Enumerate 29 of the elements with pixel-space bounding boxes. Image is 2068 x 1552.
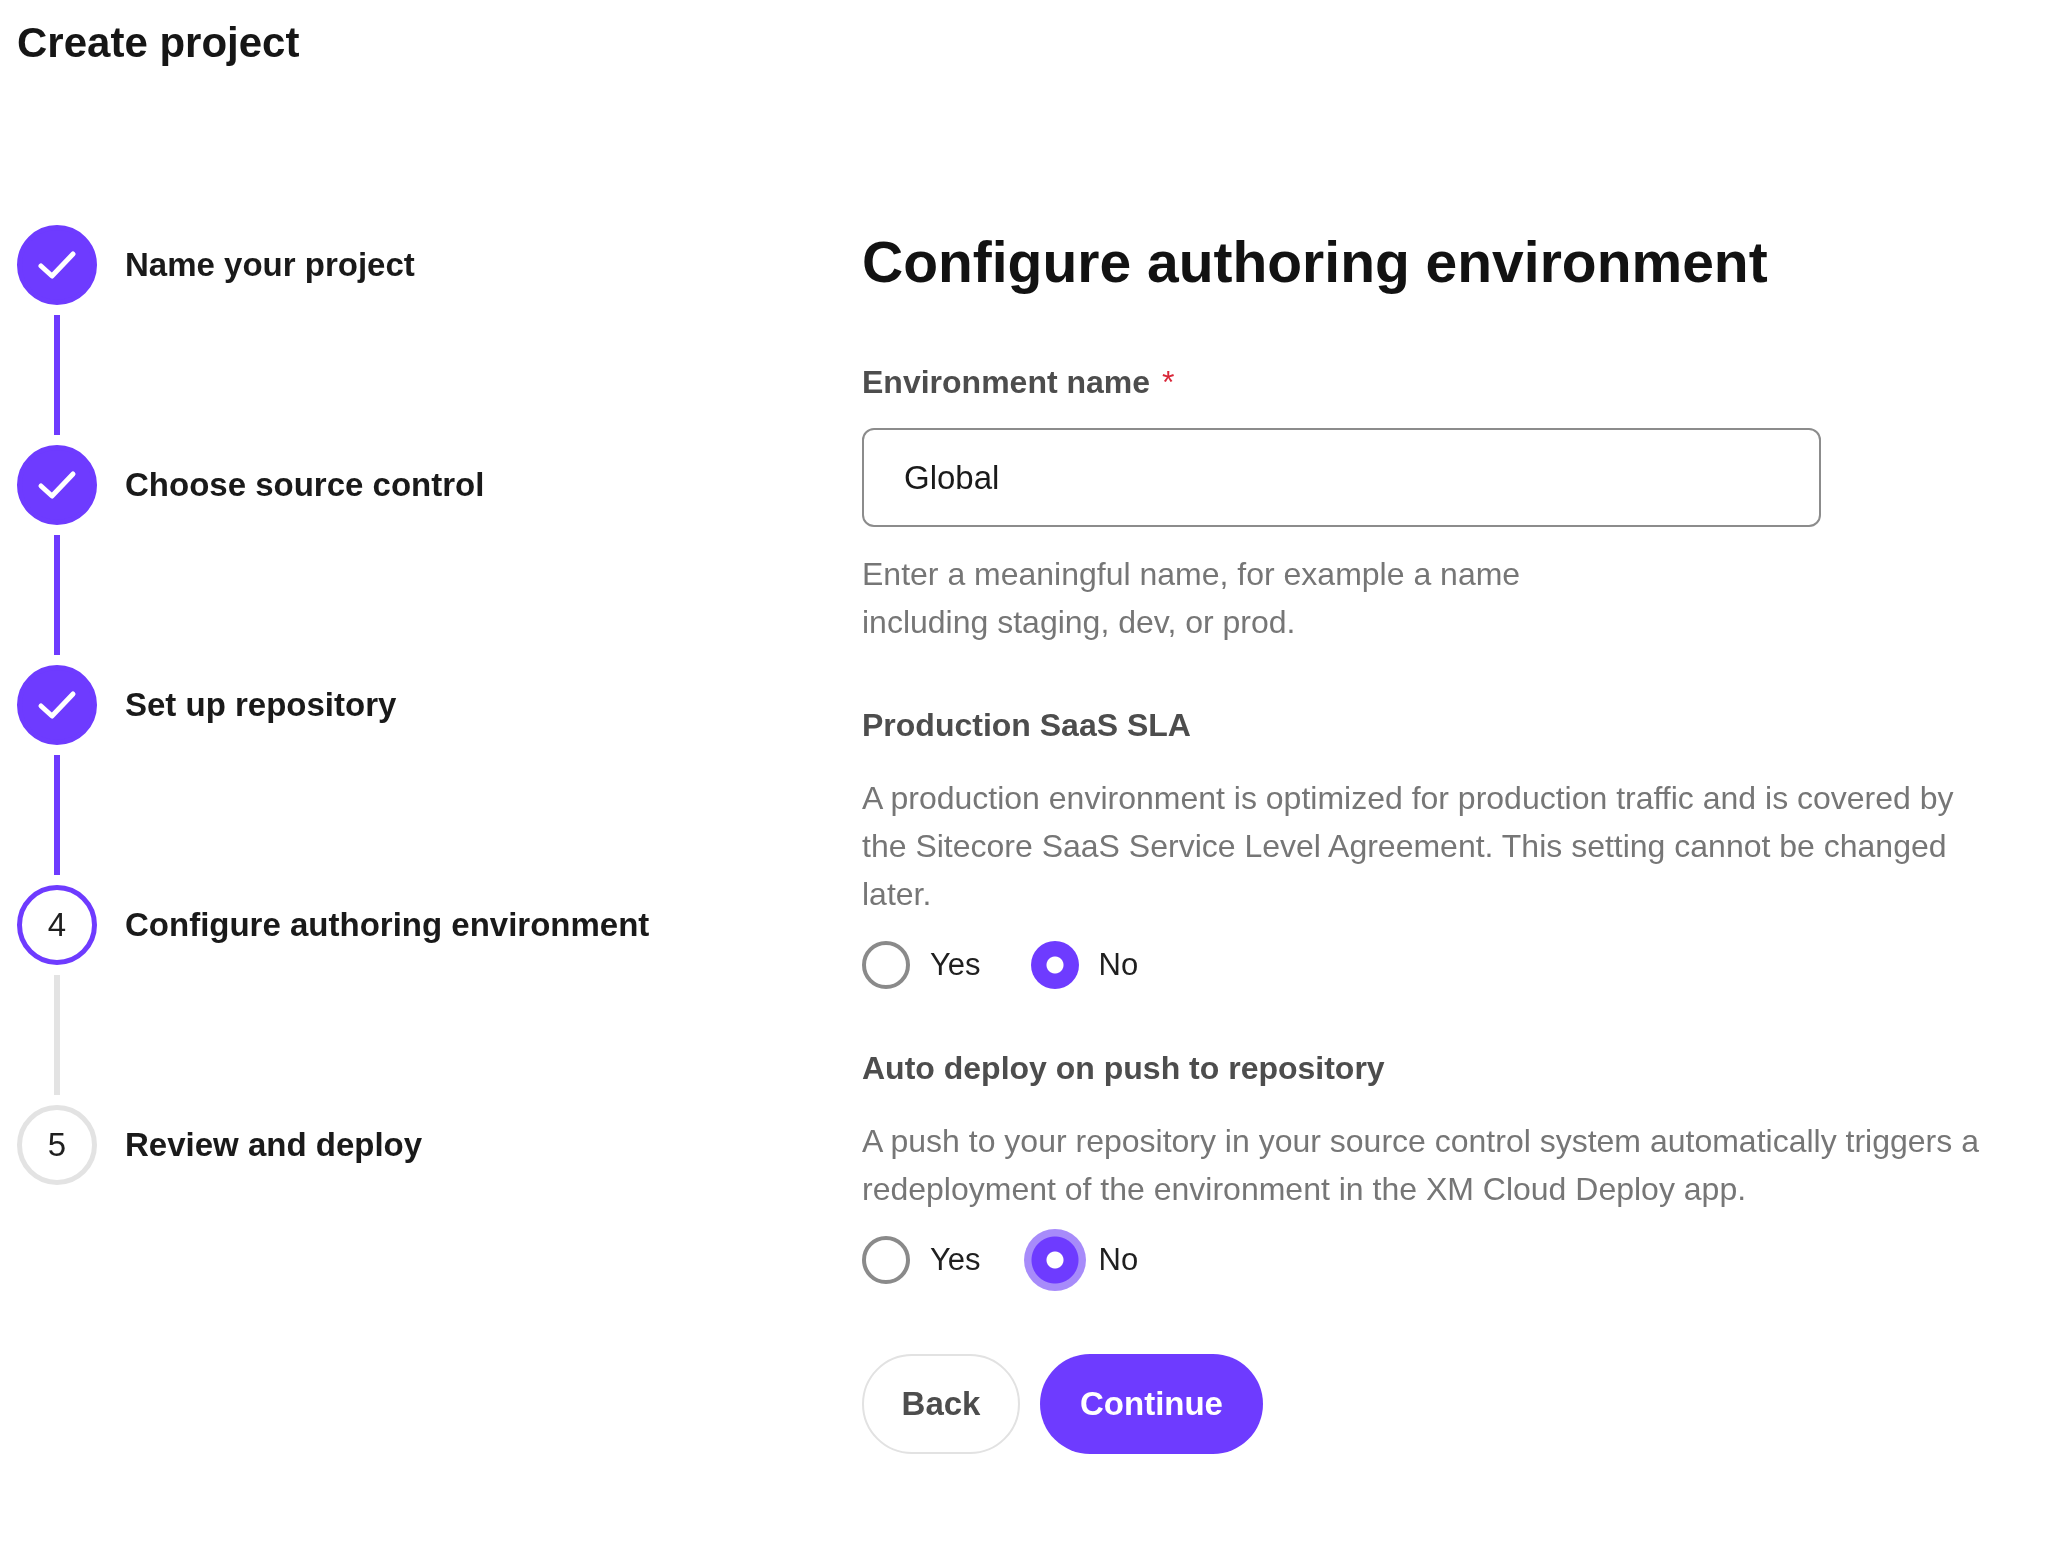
radio-label[interactable]: Yes [930,1236,981,1284]
radio-button[interactable] [862,1236,910,1284]
required-asterisk: * [1162,363,1175,402]
step-label: Configure authoring environment [125,906,650,944]
step-label: Choose source control [125,466,485,504]
field-description: A push to your repository in your source control system automatically triggers a redeployment of the environment in the XM Cloud Deploy app. [862,1122,1980,1209]
radio-label[interactable]: Yes [930,941,981,989]
continue-button[interactable]: Continue [1040,1354,1263,1454]
check-icon [37,250,77,280]
step-indicator: 4 [17,885,97,965]
check-icon [37,690,77,720]
step-label: Set up repository [125,686,397,724]
field-description: A production environment is optimized for production traffic and is covered by the Sitecore SaaS Service Level Agreement. This setting cannot be changed later. [862,779,1955,914]
form-heading: Configure authoring environment [862,229,1768,296]
radio-label[interactable]: No [1098,1236,1139,1284]
step-label: Review and deploy [125,1126,423,1164]
step-label: Name your project [125,246,415,284]
check-icon [37,470,77,500]
page-title: Create project [17,18,300,68]
radio-button[interactable] [1030,941,1079,989]
radio-button[interactable] [862,941,910,989]
environment-name-input[interactable]: Global [862,428,1821,527]
help-text: Enter a meaningful name, for example a name including staging, dev, or prod. [862,555,1522,642]
field-label: Auto deploy on push to repository [862,1049,1385,1088]
field-label: Environment name [862,363,1151,402]
field-label: Production SaaS SLA [862,706,1191,745]
back-button[interactable]: Back [862,1354,1020,1454]
step-indicator: 5 [17,1105,97,1185]
radio-label[interactable]: No [1098,941,1139,989]
